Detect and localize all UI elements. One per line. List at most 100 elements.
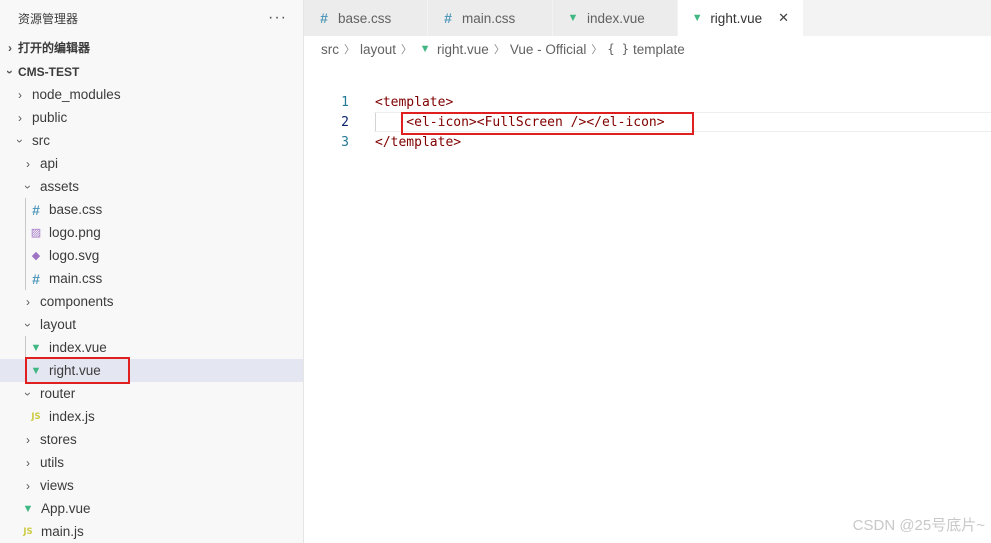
code-text: <template> bbox=[375, 94, 454, 110]
tab-base-css[interactable]: # base.css bbox=[304, 0, 428, 36]
code-line: 1 <template> bbox=[304, 92, 991, 112]
chevron-down-icon: › bbox=[13, 138, 27, 143]
tree-folder-views[interactable]: › views bbox=[0, 474, 303, 497]
chevron-right-icon: › bbox=[18, 110, 22, 125]
tree-file-index-vue[interactable]: ▼ index.vue bbox=[0, 336, 303, 359]
tree-item-label: router bbox=[40, 386, 76, 401]
tree-folder-api[interactable]: › api bbox=[0, 152, 303, 175]
tree-file-app-vue[interactable]: ▼ App.vue bbox=[0, 497, 303, 520]
chevron-right-icon: › bbox=[26, 478, 30, 493]
tree-file-main-js[interactable]: JS main.js bbox=[0, 520, 303, 543]
chevron-down-icon: › bbox=[21, 322, 35, 327]
workspace-label: CMS-TEST bbox=[18, 64, 80, 79]
chevron-right-icon: › bbox=[26, 156, 30, 171]
tab-index-vue[interactable]: ▼ index.vue bbox=[553, 0, 678, 36]
indent-guide bbox=[25, 267, 26, 290]
more-actions-icon[interactable]: ··· bbox=[268, 9, 287, 27]
vue-icon: ▼ bbox=[567, 12, 579, 24]
tree-item-label: views bbox=[40, 478, 74, 493]
chevron-down-icon: › bbox=[21, 391, 35, 396]
tree-file-logo-svg[interactable]: ◆ logo.svg bbox=[0, 244, 303, 267]
vue-icon: ▼ bbox=[30, 341, 42, 354]
indent-guide bbox=[25, 336, 26, 359]
css-icon: # bbox=[32, 201, 40, 218]
code-highlight-box bbox=[401, 112, 694, 135]
indent-guide bbox=[25, 221, 26, 244]
editor-tabs: # base.css # main.css ▼ index.vue ▼ right.vu… bbox=[304, 0, 991, 36]
close-icon[interactable]: ✕ bbox=[778, 10, 789, 26]
tab-label: main.css bbox=[462, 10, 516, 26]
css-icon: # bbox=[320, 10, 328, 26]
tree-file-logo-png[interactable]: ▨ logo.png bbox=[0, 221, 303, 244]
tree-item-label: index.js bbox=[49, 409, 95, 424]
css-icon: # bbox=[444, 10, 452, 26]
line-number: 1 bbox=[341, 94, 349, 110]
breadcrumb-layout[interactable]: layout bbox=[360, 42, 396, 57]
tree-item-label: api bbox=[40, 156, 59, 171]
chevron-right-icon: 〉 bbox=[493, 44, 505, 56]
tree-item-label: assets bbox=[40, 179, 80, 194]
tab-label: base.css bbox=[338, 10, 392, 26]
tree-folder-router[interactable]: › router bbox=[0, 382, 303, 405]
js-icon: JS bbox=[31, 411, 41, 422]
chevron-right-icon: › bbox=[26, 432, 30, 447]
open-editors-label: 打开的编辑器 bbox=[18, 41, 91, 55]
code-text: </template> bbox=[375, 134, 462, 150]
selected-file-highlight-box bbox=[25, 357, 130, 384]
tree-item-label: public bbox=[32, 110, 68, 125]
tree-folder-node-modules[interactable]: › node_modules bbox=[0, 83, 303, 106]
breadcrumb-language[interactable]: Vue - Official bbox=[510, 42, 587, 57]
tree-file-main-css[interactable]: # main.css bbox=[0, 267, 303, 290]
chevron-down-icon: › bbox=[3, 69, 17, 74]
chevron-right-icon: › bbox=[26, 294, 30, 309]
tree-item-label: stores bbox=[40, 432, 77, 447]
tree-item-label: layout bbox=[40, 317, 77, 332]
tree-item-label: src bbox=[32, 133, 50, 148]
tree-file-base-css[interactable]: # base.css bbox=[0, 198, 303, 221]
js-icon: JS bbox=[23, 526, 33, 537]
line-number: 3 bbox=[341, 134, 349, 150]
explorer-title: 资源管理器 bbox=[18, 11, 79, 26]
workspace-section[interactable]: › CMS-TEST bbox=[0, 60, 303, 83]
chevron-right-icon: 〉 bbox=[401, 44, 413, 56]
watermark: CSDN @25号底片~ bbox=[852, 517, 985, 534]
tree-item-label: utils bbox=[40, 455, 65, 470]
breadcrumb-symbol[interactable]: template bbox=[633, 42, 685, 57]
tab-label: right.vue bbox=[710, 10, 763, 26]
tree-item-label: base.css bbox=[49, 202, 103, 217]
chevron-down-icon: › bbox=[21, 184, 35, 189]
tree-file-index-js[interactable]: JS index.js bbox=[0, 405, 303, 428]
tree-item-label: main.js bbox=[41, 524, 84, 539]
open-editors-section[interactable]: › 打开的编辑器 bbox=[0, 36, 303, 59]
tab-right-vue[interactable]: ▼ right.vue ✕ bbox=[678, 0, 804, 36]
tab-label: index.vue bbox=[587, 10, 645, 26]
explorer-header: 资源管理器 ··· bbox=[0, 0, 303, 36]
tab-main-css[interactable]: # main.css bbox=[428, 0, 553, 36]
svg-icon: ◆ bbox=[31, 250, 41, 262]
tree-folder-src[interactable]: › src bbox=[0, 129, 303, 152]
tree-folder-assets[interactable]: › assets bbox=[0, 175, 303, 198]
tree-folder-public[interactable]: › public bbox=[0, 106, 303, 129]
chevron-right-icon: 〉 bbox=[591, 44, 603, 56]
explorer-sidebar: 资源管理器 ··· › 打开的编辑器 › CMS-TEST › node_modu… bbox=[0, 0, 304, 543]
breadcrumb-src[interactable]: src bbox=[321, 42, 339, 57]
code-line: 3 </template> bbox=[304, 132, 991, 152]
tree-folder-utils[interactable]: › utils bbox=[0, 451, 303, 474]
chevron-right-icon: 〉 bbox=[344, 44, 355, 56]
tree-folder-components[interactable]: › components bbox=[0, 290, 303, 313]
tree-item-label: node_modules bbox=[32, 87, 121, 102]
vue-icon: ▼ bbox=[22, 502, 34, 515]
breadcrumb-file[interactable]: right.vue bbox=[437, 42, 489, 57]
tree-folder-layout[interactable]: › layout bbox=[0, 313, 303, 336]
tree-folder-stores[interactable]: › stores bbox=[0, 428, 303, 451]
image-icon: ▨ bbox=[30, 227, 42, 239]
chevron-right-icon: › bbox=[8, 40, 12, 55]
tree-item-label: logo.svg bbox=[49, 248, 100, 263]
indent-guide bbox=[25, 198, 26, 221]
chevron-right-icon: › bbox=[18, 87, 22, 102]
line-number: 2 bbox=[341, 114, 349, 130]
tree-item-label: index.vue bbox=[49, 340, 107, 355]
indent-guide bbox=[25, 244, 26, 267]
tree-item-label: logo.png bbox=[49, 225, 101, 240]
braces-icon: { } bbox=[607, 42, 630, 56]
